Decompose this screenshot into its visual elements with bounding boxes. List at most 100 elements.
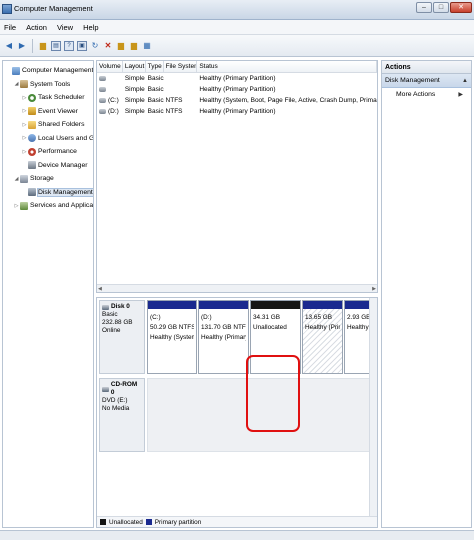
status-cell: Healthy (Primary Partition) — [199, 75, 276, 82]
type-cell: Basic — [147, 97, 164, 104]
tree-item[interactable]: ▷ Performance — [3, 145, 93, 159]
menu-view[interactable]: View — [57, 23, 73, 32]
tree-item[interactable]: Disk Management — [3, 186, 93, 200]
expand-arrow-icon[interactable]: ▷ — [21, 135, 28, 141]
disk-view-icon[interactable]: ▦ — [142, 41, 152, 51]
column-header-layout[interactable]: Layout — [123, 61, 146, 72]
partition-color-bar — [199, 301, 248, 309]
expand-arrow-icon[interactable]: ◢ — [13, 81, 20, 87]
status-cell: Healthy (Primary Partition) — [199, 108, 276, 115]
partition-detail-line: Healthy (System, — [150, 334, 194, 341]
cdrom-name: CD-ROM 0 — [110, 381, 138, 396]
users-icon — [28, 134, 36, 143]
partition-block[interactable]: (D:) 131.70 GB NTFS Healthy (Primary F — [198, 300, 249, 374]
cdrom-info[interactable]: CD-ROM 0 DVD (E:) No Media — [99, 378, 145, 452]
tree-item[interactable]: ▷ Services and Applications — [3, 199, 93, 213]
cdrom-drive: DVD (E:) — [102, 397, 128, 404]
menu-file[interactable]: File — [4, 23, 16, 32]
vertical-scrollbar[interactable] — [369, 298, 377, 518]
action-more-actions[interactable]: More Actions ▶ — [382, 88, 471, 102]
menu-action[interactable]: Action — [26, 23, 47, 32]
tree-item[interactable]: ▷ Local Users and Groups — [3, 132, 93, 146]
event-log-icon — [28, 107, 36, 116]
volume-row[interactable]: (D:) Simple Basic NTFS Healthy (Primary Part… — [97, 106, 377, 117]
tree-item[interactable]: ▷ Task Scheduler — [3, 91, 93, 105]
tree-item-label: Computer Management (Local — [22, 67, 94, 75]
menu-bar: File Action View Help — [0, 20, 474, 35]
tree-item[interactable]: ▷ Shared Folders — [3, 118, 93, 132]
layout-cell: Simple — [124, 97, 145, 104]
partition-details: 13.65 GB Healthy (Prima — [305, 313, 340, 333]
expand-arrow-icon[interactable]: ▷ — [21, 149, 28, 155]
disk-info[interactable]: Disk 0 Basic 232.88 GB Online — [99, 300, 145, 374]
disk-row[interactable]: Disk 0 Basic 232.88 GB Online (C:) 50.29 … — [99, 300, 377, 376]
column-header-type[interactable]: Type — [146, 61, 164, 72]
scroll-left-icon[interactable]: ◀ — [98, 286, 102, 292]
legend-swatch-primary — [145, 519, 152, 525]
expand-arrow-icon[interactable]: ◢ — [13, 176, 20, 182]
console-tree-icon[interactable]: ▤ — [51, 40, 61, 51]
open-folder-icon[interactable]: ▆ — [116, 41, 126, 51]
tree-item-label: Event Viewer — [38, 107, 78, 115]
actions-section-disk-management[interactable]: Disk Management ▲ — [382, 74, 471, 88]
collapse-arrow-icon[interactable]: ▲ — [462, 74, 468, 88]
disk-size: 232.88 GB — [102, 319, 133, 326]
tree-item-label: Device Manager — [38, 161, 88, 169]
tree-item[interactable]: Device Manager — [3, 159, 93, 173]
main-area: Computer Management (Local◢System Tools▷… — [0, 58, 474, 530]
column-header-volume[interactable]: Volume — [97, 61, 123, 72]
partition-detail-line: 131.70 GB NTFS — [201, 324, 246, 331]
expand-arrow-icon[interactable]: ▷ — [21, 108, 28, 114]
tree-item[interactable]: ◢ Storage — [3, 172, 93, 186]
volume-row[interactable]: Simple Basic Healthy (Primary Partition) — [97, 84, 377, 95]
volume-row[interactable]: Simple Basic Healthy (Primary Partition) — [97, 73, 377, 84]
column-header-status[interactable]: Status — [197, 61, 377, 72]
delete-icon[interactable]: ✕ — [103, 41, 113, 51]
back-arrow-icon[interactable]: ◀ — [4, 41, 14, 51]
up-folder-icon[interactable]: ▆ — [38, 41, 48, 51]
expand-arrow-icon[interactable]: ▷ — [13, 203, 20, 209]
volume-cell — [97, 84, 123, 95]
tree-item[interactable]: ▷ Event Viewer — [3, 105, 93, 119]
unallocated-partition[interactable]: 34.31 GB Unallocated — [250, 300, 301, 374]
forward-arrow-icon[interactable]: ▶ — [17, 41, 27, 51]
help-icon[interactable]: ? — [64, 40, 74, 51]
partition-color-bar — [148, 301, 196, 309]
properties-icon[interactable]: ▣ — [77, 40, 87, 51]
new-folder-icon[interactable]: ▆ — [129, 41, 139, 51]
volume-row[interactable]: (C:) Simple Basic NTFS Healthy (System, Boot… — [97, 95, 377, 106]
layout-cell: Simple — [124, 108, 145, 115]
volume-cell — [97, 73, 123, 84]
partition-block[interactable]: (C:) 50.29 GB NTFS Healthy (System, — [147, 300, 197, 374]
partition-block[interactable]: 13.65 GB Healthy (Prima — [302, 300, 343, 374]
tree-item-label: Shared Folders — [38, 121, 85, 129]
column-header-file-system[interactable]: File System — [164, 61, 198, 72]
minimize-button[interactable]: – — [416, 2, 432, 13]
window-controls: – □ ✕ — [416, 2, 472, 13]
horizontal-scrollbar[interactable]: ◀ ▶ — [97, 284, 377, 292]
volume-list-pane: Volume Layout Type File System Status Si… — [96, 60, 378, 293]
file-system-cell: NTFS — [165, 108, 183, 115]
tree-item[interactable]: ◢ System Tools — [3, 78, 93, 92]
expand-arrow-icon[interactable]: ▷ — [21, 95, 28, 101]
storage-icon — [20, 174, 28, 183]
volume-cell-text: (D:) — [108, 108, 119, 115]
refresh-icon[interactable]: ↻ — [90, 41, 100, 51]
volume-icon — [99, 76, 106, 81]
cdrom-row[interactable]: CD-ROM 0 DVD (E:) No Media — [99, 378, 377, 454]
layout-cell: Simple — [124, 86, 145, 93]
close-button[interactable]: ✕ — [450, 2, 472, 13]
file-system-cell — [164, 73, 198, 84]
file-system-cell: NTFS — [165, 97, 183, 104]
toolbar-separator — [32, 38, 33, 53]
expand-arrow-icon[interactable]: ▷ — [21, 122, 28, 128]
volume-cell-text: (C:) — [108, 97, 119, 104]
window-title: Computer Management — [14, 4, 93, 13]
maximize-button[interactable]: □ — [433, 2, 449, 13]
scroll-right-icon[interactable]: ▶ — [372, 286, 376, 292]
disk-type: Basic — [102, 311, 118, 318]
partition-detail-line: Healthy (Prima — [305, 324, 340, 331]
partition-details: (C:) 50.29 GB NTFS Healthy (System, — [150, 313, 194, 343]
menu-help[interactable]: Help — [83, 23, 98, 32]
tree-item[interactable]: Computer Management (Local — [3, 64, 93, 78]
